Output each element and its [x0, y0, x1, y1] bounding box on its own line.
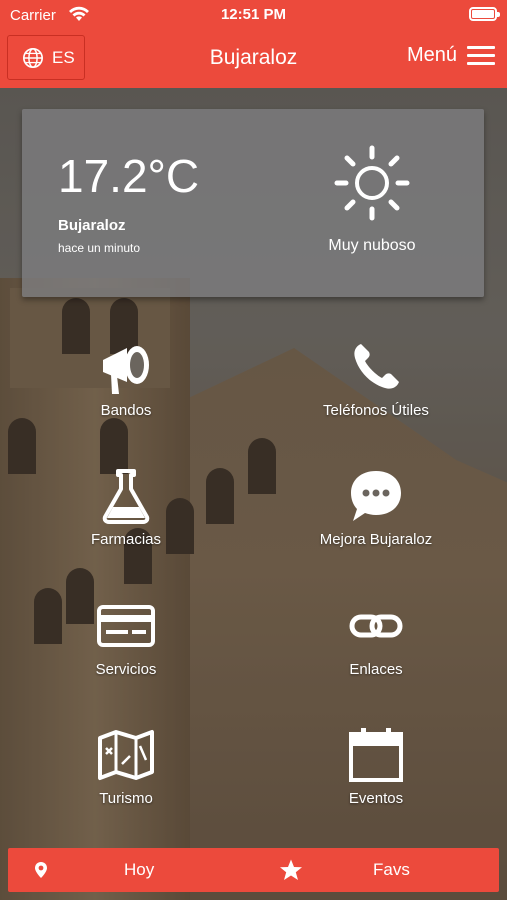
grid-item-bandos[interactable]: Bandos — [26, 338, 226, 419]
phone-icon — [354, 344, 399, 389]
megaphone-icon — [103, 346, 149, 394]
flask-icon — [102, 469, 150, 524]
grid-item-servicios[interactable]: Servicios — [26, 597, 226, 678]
calendar-icon — [349, 728, 403, 782]
tab-favs[interactable]: Favs — [373, 848, 410, 892]
hamburger-icon — [467, 45, 495, 66]
grid-item-mejora[interactable]: Mejora Bujaraloz — [276, 467, 476, 548]
link-icon — [349, 614, 403, 638]
grid-item-farmacias[interactable]: Farmacias — [26, 467, 226, 548]
grid-item-label: Farmacias — [90, 531, 161, 548]
status-bar: Carrier 12:51 PM — [0, 0, 507, 30]
chat-bubble-icon — [351, 471, 401, 521]
map-icon — [98, 730, 154, 780]
grid-item-telefonos[interactable]: Teléfonos Útiles — [276, 338, 476, 419]
credit-card-icon — [97, 605, 155, 647]
grid-item-label: Bandos — [100, 402, 152, 419]
temperature: 17.2°C — [58, 150, 200, 202]
menu-button[interactable]: Menú — [407, 44, 495, 67]
weather-card[interactable]: 17.2°C Bujaraloz hace un minuto Muy nubo… — [22, 109, 484, 297]
grid-item-label: Servicios — [95, 661, 157, 678]
tab-hoy[interactable]: Hoy — [124, 848, 154, 892]
tab-hoy-icon-wrap[interactable] — [32, 848, 50, 892]
navigation-bar: ES Bujaraloz Menú — [0, 30, 507, 88]
clock: 12:51 PM — [220, 6, 287, 23]
tab-favs-icon-wrap[interactable] — [279, 848, 303, 892]
weather-location: Bujaraloz — [58, 217, 126, 234]
battery-icon — [469, 7, 500, 21]
grid-item-label: Enlaces — [349, 661, 403, 678]
location-pin-icon — [35, 862, 47, 878]
tab-hoy-label: Hoy — [124, 860, 155, 879]
grid-item-label: Eventos — [348, 790, 404, 807]
grid-item-label: Turismo — [99, 790, 153, 807]
grid-item-eventos[interactable]: Eventos — [276, 726, 476, 807]
star-icon — [280, 859, 302, 880]
grid-item-label: Mejora Bujaraloz — [319, 531, 433, 548]
sun-icon — [334, 145, 410, 221]
menu-label: Menú — [406, 44, 457, 66]
grid-item-label: Teléfonos Útiles — [323, 402, 429, 419]
weather-condition: Muy nuboso — [328, 237, 416, 254]
weather-updated: hace un minuto — [58, 241, 141, 255]
grid-item-turismo[interactable]: Turismo — [26, 726, 226, 807]
bottom-tab-bar: Hoy Favs — [8, 848, 499, 892]
grid-item-enlaces[interactable]: Enlaces — [276, 597, 476, 678]
tab-favs-label: Favs — [373, 860, 410, 879]
